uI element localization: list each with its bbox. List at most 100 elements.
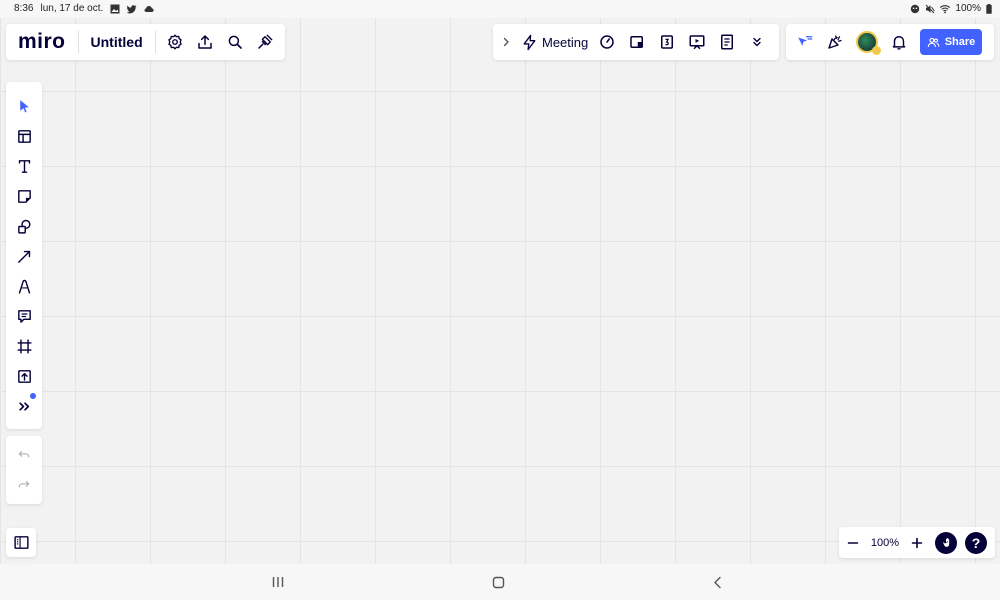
divider [77,31,79,53]
apps-button[interactable] [250,27,280,57]
text-icon [18,159,30,173]
double-chevron-down-icon [753,37,761,47]
sticky-note-icon [17,189,31,203]
zoom-in-button[interactable] [903,529,931,557]
voting-button[interactable] [652,27,682,57]
template-icon [17,129,31,143]
plugin-icon [257,34,273,49]
frame-icon [16,338,32,354]
settings-button[interactable] [160,27,190,57]
home-icon [492,576,504,588]
meeting-label: Meeting [542,34,589,50]
notification-dot [30,393,36,399]
notifications-button[interactable] [884,27,914,57]
reactions-button[interactable] [790,27,820,57]
chevron-right-icon [503,37,509,47]
sidebar-icon [13,536,29,549]
system-nav-bar [0,564,1000,600]
arrow-icon [17,250,30,263]
face-icon [911,4,920,13]
cursor-reactions-icon [798,36,813,46]
board-panel: miro Untitled [6,24,285,60]
notes-icon [721,34,734,50]
pen-tool[interactable] [6,271,42,301]
undo-icon [18,450,30,458]
upload-icon [17,369,31,383]
sidebar-toggle-button[interactable] [6,528,36,557]
zoom-level[interactable]: 100% [867,537,903,549]
collapse-button[interactable] [493,27,519,57]
avatar-badge [872,46,881,55]
shapes-icon [17,219,31,234]
board-title[interactable]: Untitled [91,34,143,50]
people-icon [927,37,940,47]
twitter-icon [127,4,137,13]
redo-button[interactable] [6,470,42,500]
help-label: ? [971,534,981,551]
help-button[interactable]: ? [965,531,987,554]
shapes-tool[interactable] [6,211,42,241]
status-time: 8:36 [14,3,34,14]
gallery-icon [110,4,120,13]
battery-percent: 100% [955,3,981,14]
share-button[interactable]: Share [920,29,982,55]
collaboration-panel: Meeting [493,24,779,60]
zoom-panel: 100% ? [839,527,995,558]
wifi-icon [940,4,951,13]
miro-logo[interactable]: miro [18,30,66,54]
back-button[interactable] [708,573,728,591]
card-icon [630,36,644,48]
mute-icon [926,4,936,13]
status-date: lun, 17 de oct. [40,3,104,14]
plus-icon [911,537,923,548]
timer-button[interactable] [592,27,622,57]
hand-tool-button[interactable] [935,531,957,554]
select-icon [19,99,29,113]
select-tool[interactable] [6,91,42,121]
search-icon [228,35,242,49]
vote-icon [661,35,674,49]
upload-tool[interactable] [6,361,42,391]
share-label: Share [944,36,976,48]
recent-apps-button[interactable] [268,573,288,591]
back-icon [714,576,721,588]
upload-icon [197,35,212,49]
more-tools-button[interactable] [6,391,42,421]
divider [154,31,156,53]
presentation-button[interactable] [682,27,712,57]
comment-tool[interactable] [6,301,42,331]
tools-toolbar [6,82,42,429]
settings-icon [167,34,182,50]
sticky-note-tool[interactable] [6,181,42,211]
board-canvas[interactable] [0,18,1000,564]
cards-button[interactable] [622,27,652,57]
templates-tool[interactable] [6,121,42,151]
more-icon [18,401,29,411]
minus-icon [847,541,859,544]
meeting-button[interactable]: Meeting [521,34,588,51]
cloud-icon [144,5,154,12]
celebrate-icon [828,35,842,49]
status-bar: 8:36 lun, 17 de oct. 100% [0,0,1000,18]
search-button[interactable] [220,27,250,57]
home-button[interactable] [488,573,508,591]
notes-button[interactable] [712,27,742,57]
arrow-tool[interactable] [6,241,42,271]
export-button[interactable] [190,27,220,57]
undo-button[interactable] [6,440,42,470]
battery-icon [986,3,992,14]
timer-icon [600,35,614,49]
lightning-icon [523,34,536,50]
more-collab-button[interactable] [742,27,772,57]
text-tool[interactable] [6,151,42,181]
presentation-icon [689,35,705,50]
top-right-panel: Share [786,24,994,60]
zoom-out-button[interactable] [839,529,867,557]
pen-icon [18,279,30,294]
avatar[interactable] [856,31,881,55]
comment-icon [17,309,31,323]
celebrate-button[interactable] [820,27,850,57]
frame-tool[interactable] [6,331,42,361]
recent-apps-icon [272,577,284,587]
bell-icon [892,36,906,50]
